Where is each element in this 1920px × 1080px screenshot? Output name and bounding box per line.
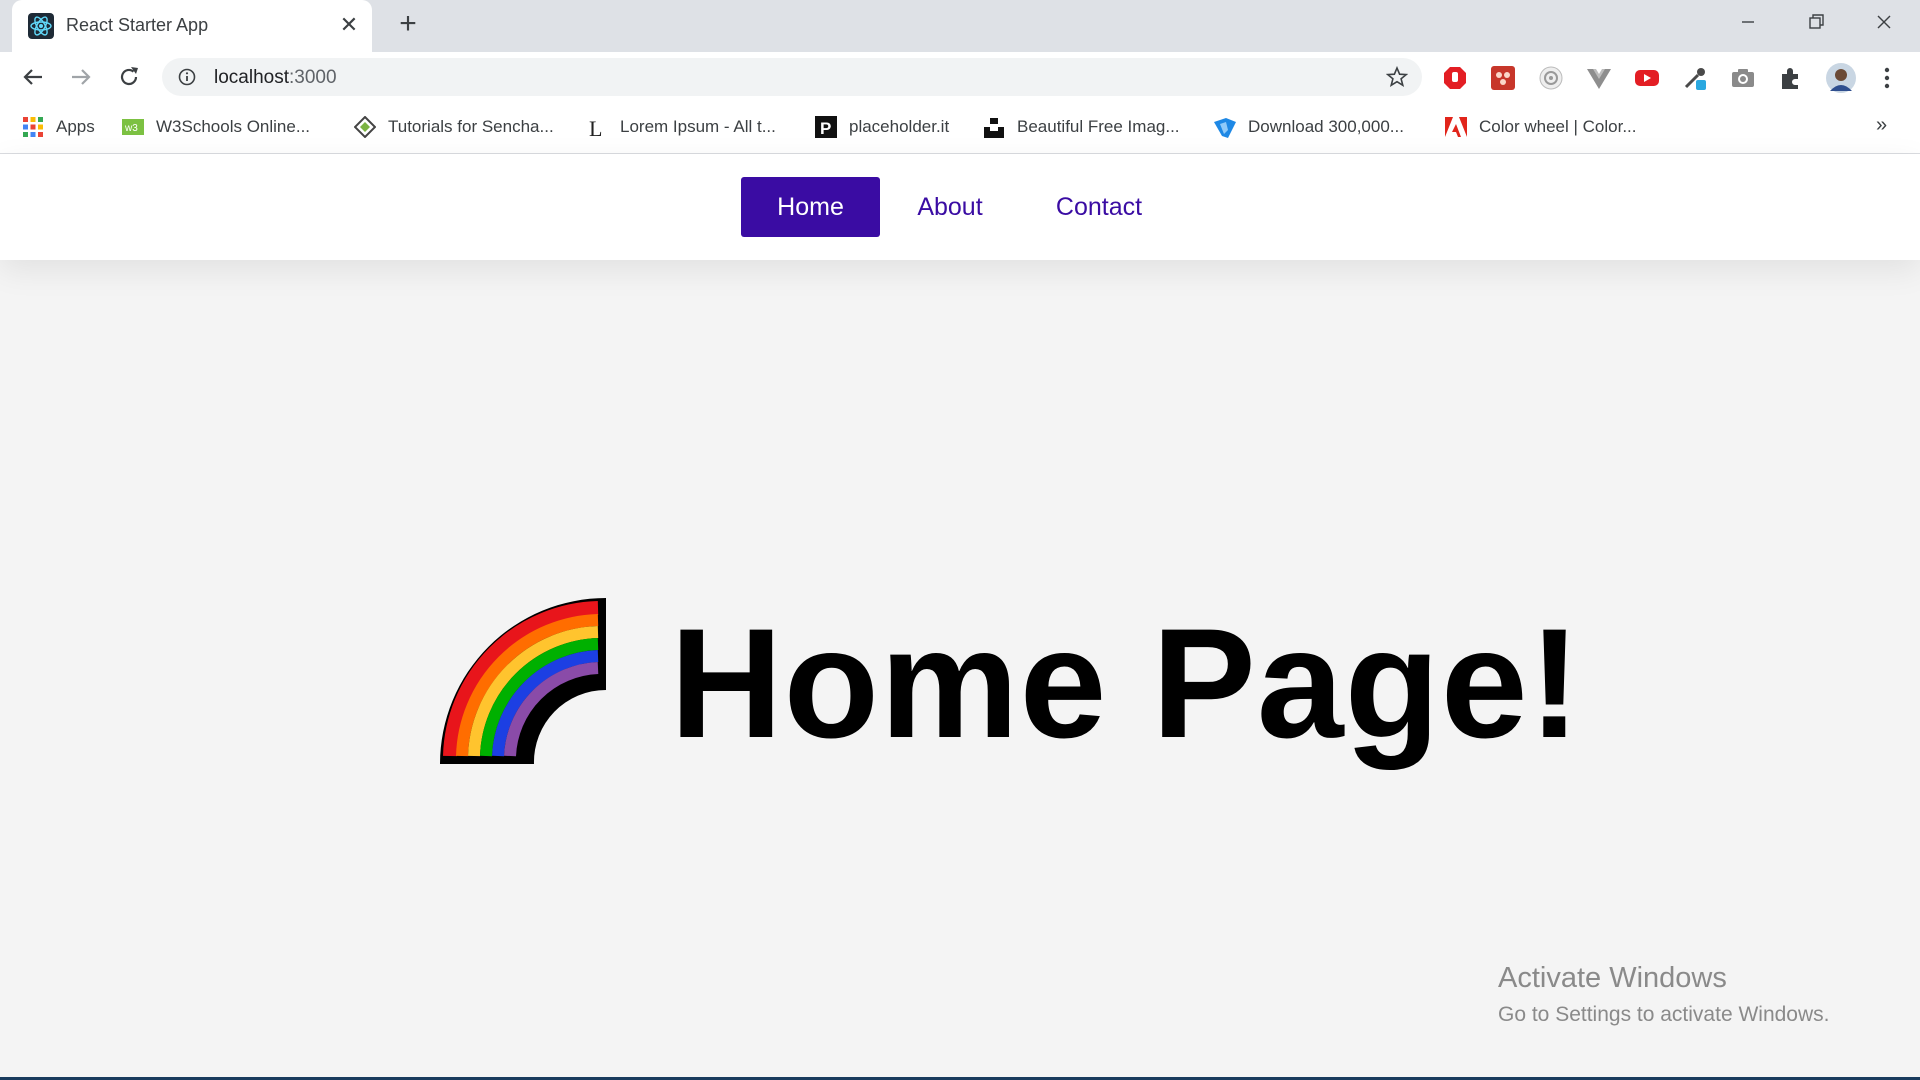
bookmark-lorem-ipsum[interactable]: L Lorem Ipsum - All t... bbox=[586, 116, 776, 140]
bookmark-sencha[interactable]: Tutorials for Sencha... bbox=[354, 116, 554, 140]
bookmark-unsplash[interactable]: Beautiful Free Imag... bbox=[983, 116, 1180, 140]
bookmark-label: placeholder.it bbox=[849, 117, 950, 136]
tab-strip: React Starter App ✕ + bbox=[0, 0, 1920, 52]
site-navbar: Home About Contact bbox=[0, 154, 1920, 260]
nav-home-link[interactable]: Home bbox=[741, 177, 880, 237]
watermark-subtitle: Go to Settings to activate Windows. bbox=[1498, 1003, 1830, 1026]
menu-kebab-icon[interactable] bbox=[1874, 65, 1900, 91]
rainbow-icon bbox=[440, 598, 606, 764]
svg-text:P: P bbox=[820, 119, 831, 138]
youtube-extension-icon[interactable] bbox=[1634, 65, 1660, 91]
back-button[interactable] bbox=[18, 62, 48, 92]
adblock-extension-icon[interactable] bbox=[1442, 65, 1468, 91]
lorem-ipsum-icon: L bbox=[589, 116, 602, 138]
apps-grid-icon bbox=[23, 117, 43, 137]
restore-button[interactable] bbox=[1796, 8, 1836, 38]
bookmarks-overflow-button[interactable]: » bbox=[1876, 114, 1887, 137]
vue-devtools-extension-icon[interactable] bbox=[1586, 65, 1612, 91]
watermark-title: Activate Windows bbox=[1498, 962, 1727, 994]
page-title: Home Page! bbox=[670, 597, 1582, 771]
bookmark-label: Download 300,000... bbox=[1248, 117, 1404, 136]
star-icon[interactable] bbox=[1386, 66, 1408, 88]
site-info-icon[interactable] bbox=[178, 68, 196, 86]
forward-button[interactable] bbox=[66, 62, 96, 92]
bookmark-w3schools[interactable]: w3 W3Schools Online... bbox=[122, 116, 310, 140]
new-tab-button[interactable]: + bbox=[393, 9, 423, 40]
bookmark-label: Lorem Ipsum - All t... bbox=[620, 117, 776, 136]
page-viewport: Home About Contact Home Page! Activate W… bbox=[0, 154, 1920, 1080]
eyedropper-extension-icon[interactable] bbox=[1682, 65, 1708, 91]
close-window-button[interactable] bbox=[1864, 8, 1904, 38]
bookmark-apps[interactable]: Apps bbox=[22, 116, 95, 140]
download-icon bbox=[1214, 118, 1236, 138]
tab-close-button[interactable]: ✕ bbox=[338, 12, 360, 38]
w3schools-icon: w3 bbox=[122, 119, 144, 135]
address-host: localhost bbox=[214, 67, 289, 88]
bookmark-label: W3Schools Online... bbox=[156, 117, 311, 136]
bookmark-label: Tutorials for Sencha... bbox=[388, 117, 554, 136]
extensions-puzzle-icon[interactable] bbox=[1778, 65, 1804, 91]
restore-icon bbox=[1809, 14, 1824, 29]
bookmark-color-wheel[interactable]: Color wheel | Color... bbox=[1445, 116, 1636, 140]
bookmark-label: Color wheel | Color... bbox=[1479, 117, 1637, 136]
browser-tab[interactable]: React Starter App ✕ bbox=[12, 0, 372, 52]
bookmark-label: Beautiful Free Imag... bbox=[1017, 117, 1180, 136]
address-port: :3000 bbox=[289, 67, 337, 88]
minimize-icon bbox=[1742, 21, 1754, 23]
browser-toolbar: localhost:3000 bbox=[0, 52, 1920, 102]
profile-avatar[interactable] bbox=[1826, 63, 1856, 93]
hero-heading: Home Page! bbox=[440, 584, 1581, 784]
arrow-left-icon bbox=[23, 69, 42, 85]
reload-button[interactable] bbox=[114, 62, 144, 92]
windows-activation-watermark: Activate Windows Go to Settings to activ… bbox=[1498, 962, 1830, 1027]
color-picker-extension-icon[interactable] bbox=[1490, 65, 1516, 91]
arrow-right-icon bbox=[72, 69, 91, 85]
bookmarks-bar: Apps w3 W3Schools Online... Tutorials fo… bbox=[0, 102, 1920, 154]
close-icon bbox=[1877, 15, 1891, 29]
minimize-button[interactable] bbox=[1728, 8, 1768, 38]
react-logo-icon bbox=[28, 13, 54, 39]
sencha-icon bbox=[354, 116, 376, 138]
address-text[interactable]: localhost:3000 bbox=[214, 67, 337, 89]
nav-contact-link[interactable]: Contact bbox=[1040, 177, 1158, 237]
adobe-icon bbox=[1445, 117, 1467, 137]
target-extension-icon[interactable] bbox=[1538, 65, 1564, 91]
svg-text:L: L bbox=[589, 116, 602, 138]
unsplash-icon bbox=[984, 118, 1004, 138]
placeholder-icon: P bbox=[815, 116, 837, 138]
bookmark-label: Apps bbox=[56, 117, 95, 136]
reload-icon bbox=[120, 67, 138, 86]
nav-about-link[interactable]: About bbox=[900, 177, 1000, 237]
address-bar[interactable]: localhost:3000 bbox=[162, 58, 1422, 96]
bookmark-placeholder[interactable]: P placeholder.it bbox=[815, 116, 949, 140]
tab-title: React Starter App bbox=[66, 15, 209, 35]
camera-extension-icon[interactable] bbox=[1730, 65, 1756, 91]
svg-text:w3: w3 bbox=[124, 123, 138, 134]
bookmark-download[interactable]: Download 300,000... bbox=[1214, 116, 1404, 140]
